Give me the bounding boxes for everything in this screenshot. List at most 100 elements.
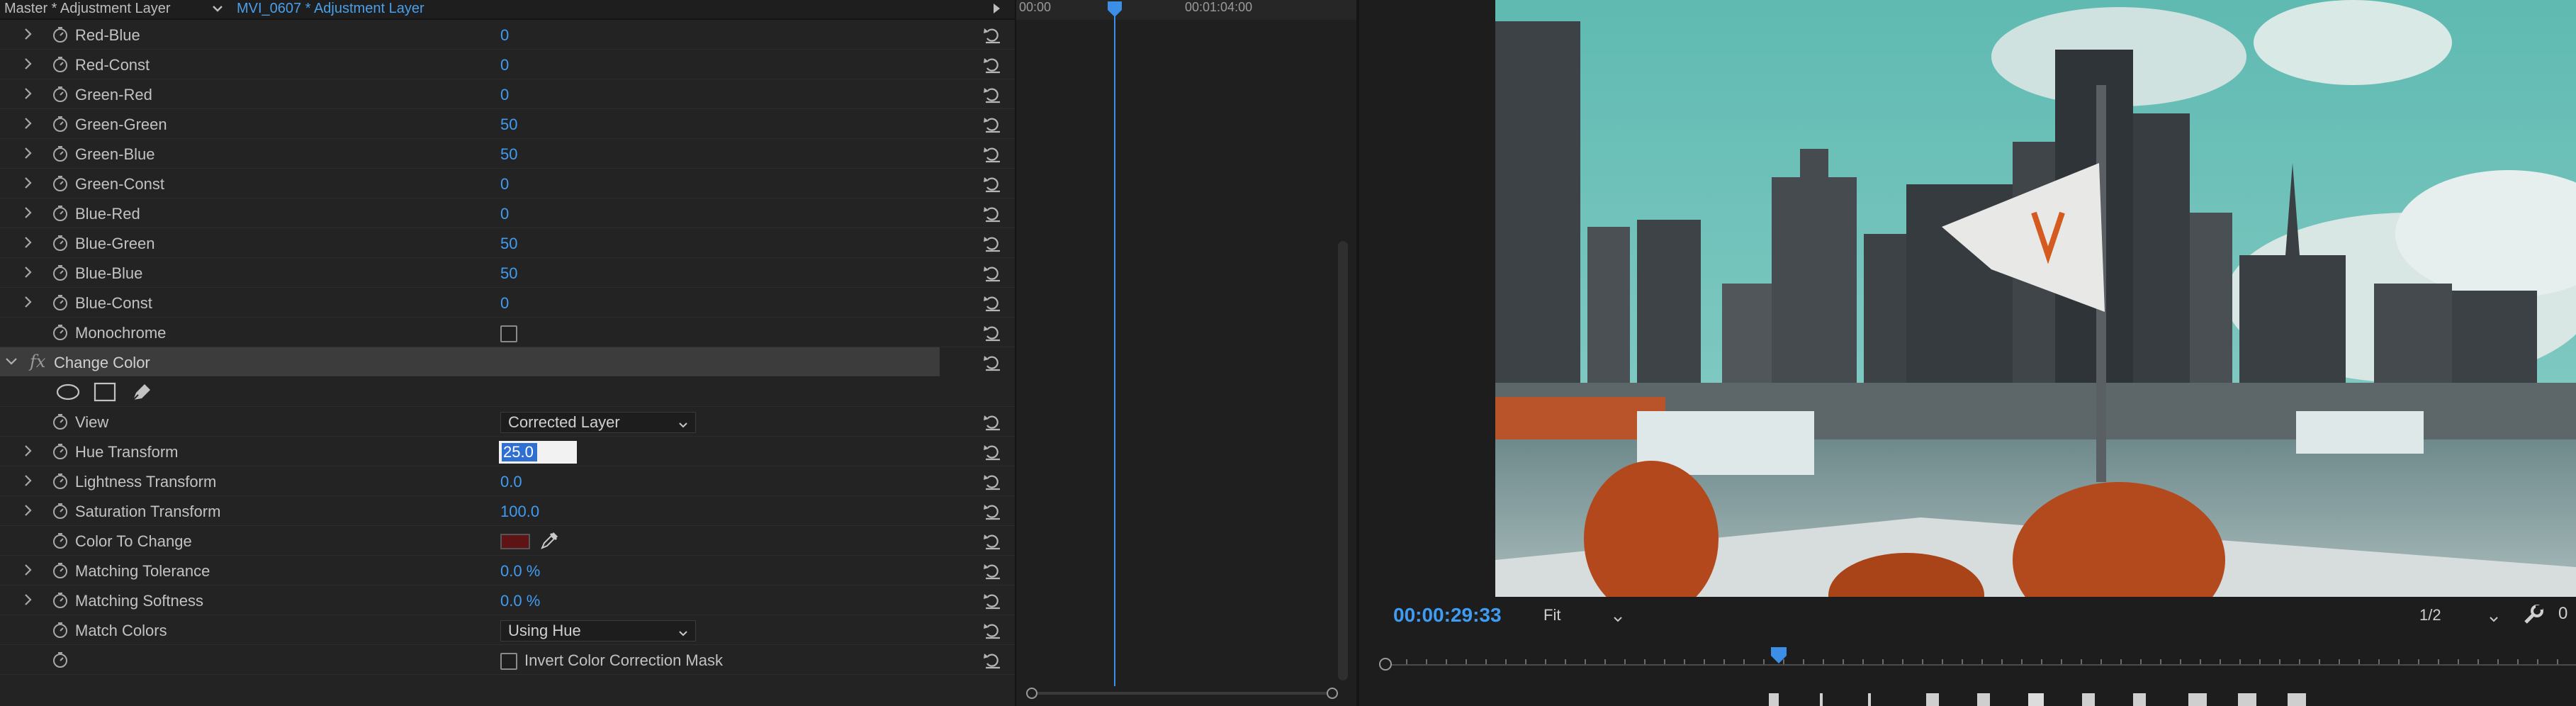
reset-parameter-icon[interactable] xyxy=(982,234,1003,254)
reset-parameter-icon[interactable] xyxy=(982,85,1003,105)
ellipse-mask-icon[interactable] xyxy=(55,381,81,403)
tab-master-clip[interactable]: Master * Adjustment Layer xyxy=(4,0,171,17)
twirl-right-icon[interactable] xyxy=(20,55,37,72)
property-value[interactable]: 50 xyxy=(500,145,517,164)
hue-transform-input[interactable]: 25.0 xyxy=(499,441,577,464)
twirl-right-icon[interactable] xyxy=(20,264,37,281)
lift-button[interactable] xyxy=(2188,693,2207,706)
property-value[interactable]: 0 xyxy=(500,86,509,104)
reset-parameter-icon[interactable] xyxy=(982,293,1003,313)
reset-parameter-icon[interactable] xyxy=(982,532,1003,551)
export-frame-button[interactable] xyxy=(2288,693,2306,706)
color-swatch[interactable] xyxy=(500,534,530,549)
reset-parameter-icon[interactable] xyxy=(982,264,1003,284)
effect-header-change-color[interactable]: fx Change Color xyxy=(0,347,940,377)
scrollbar-track[interactable] xyxy=(1032,692,1332,695)
playhead-timecode[interactable]: 00:00:29:33 xyxy=(1393,604,1502,627)
pen-mask-icon[interactable] xyxy=(129,381,154,403)
match-colors-dropdown[interactable]: Using Hue xyxy=(500,620,696,641)
reset-parameter-icon[interactable] xyxy=(982,26,1003,45)
saturation-transform-value[interactable]: 100.0 xyxy=(500,503,539,521)
video-preview-frame[interactable] xyxy=(1495,0,2576,597)
effect-controls-timeline[interactable]: 00:00 00:01:04:00 xyxy=(1015,0,1358,706)
reset-parameter-icon[interactable] xyxy=(982,145,1003,164)
twirl-right-icon[interactable] xyxy=(20,472,37,489)
stopwatch-icon[interactable] xyxy=(51,264,69,282)
stopwatch-icon[interactable] xyxy=(51,621,69,639)
twirl-right-icon[interactable] xyxy=(20,502,37,519)
stopwatch-icon[interactable] xyxy=(51,26,69,44)
scroll-end-handle[interactable] xyxy=(1327,688,1338,699)
twirl-right-icon[interactable] xyxy=(20,561,37,578)
twirl-right-icon[interactable] xyxy=(20,145,37,162)
matching-tolerance-value[interactable]: 0.0 % xyxy=(500,562,540,581)
property-value[interactable]: 50 xyxy=(500,264,517,283)
reset-parameter-icon[interactable] xyxy=(982,204,1003,224)
stopwatch-icon[interactable] xyxy=(51,651,69,669)
property-value[interactable]: 50 xyxy=(500,235,517,253)
play-button[interactable] xyxy=(2028,693,2044,706)
extract-button[interactable] xyxy=(2238,693,2256,706)
reset-parameter-icon[interactable] xyxy=(982,561,1003,581)
stopwatch-icon[interactable] xyxy=(51,174,69,193)
stopwatch-icon[interactable] xyxy=(51,591,69,610)
program-time-ruler[interactable] xyxy=(1379,646,2576,671)
invert-mask-checkbox[interactable] xyxy=(500,653,517,670)
go-to-in-button[interactable] xyxy=(1926,693,1939,706)
twirl-right-icon[interactable] xyxy=(20,115,37,132)
property-value[interactable]: 0 xyxy=(500,294,509,313)
matching-softness-value[interactable]: 0.0 % xyxy=(500,592,540,610)
stopwatch-icon[interactable] xyxy=(51,293,69,312)
stopwatch-icon[interactable] xyxy=(51,234,69,252)
reset-parameter-icon[interactable] xyxy=(982,323,1003,343)
stopwatch-icon[interactable] xyxy=(51,115,69,133)
panel-menu-arrow-icon[interactable] xyxy=(991,1,1003,16)
reset-parameter-icon[interactable] xyxy=(982,651,1003,671)
twirl-right-icon[interactable] xyxy=(20,442,37,459)
reset-parameter-icon[interactable] xyxy=(982,413,1003,432)
playback-resolution-select[interactable]: 1/2 xyxy=(2412,604,2504,628)
stopwatch-icon[interactable] xyxy=(51,145,69,163)
chevron-down-icon[interactable] xyxy=(210,1,225,16)
stopwatch-icon[interactable] xyxy=(51,85,69,103)
stopwatch-icon[interactable] xyxy=(51,561,69,580)
mark-in-button[interactable] xyxy=(1769,693,1779,706)
twirl-right-icon[interactable] xyxy=(20,591,37,608)
hue-transform-value[interactable]: 25.0 xyxy=(502,443,537,461)
tab-sequence-clip[interactable]: MVI_0607 * Adjustment Layer xyxy=(237,0,424,17)
eyedropper-icon[interactable] xyxy=(539,530,560,551)
fx-toggle-icon[interactable]: fx xyxy=(30,352,45,371)
playhead-marker-icon[interactable] xyxy=(1769,646,1789,665)
add-marker-button[interactable] xyxy=(1868,693,1871,706)
vertical-scrollbar[interactable] xyxy=(1338,241,1348,680)
stopwatch-icon[interactable] xyxy=(51,323,69,342)
twirl-right-icon[interactable] xyxy=(20,234,37,251)
monochrome-checkbox[interactable] xyxy=(500,325,517,342)
reset-parameter-icon[interactable] xyxy=(982,591,1003,611)
property-value[interactable]: 0 xyxy=(500,205,509,223)
lightness-transform-value[interactable]: 0.0 xyxy=(500,473,522,491)
stopwatch-icon[interactable] xyxy=(51,502,69,520)
playhead-marker-icon[interactable] xyxy=(1106,0,1123,18)
go-to-out-button[interactable] xyxy=(2133,693,2146,706)
property-value[interactable]: 0 xyxy=(500,175,509,194)
view-dropdown[interactable]: Corrected Layer xyxy=(500,412,696,433)
reset-parameter-icon[interactable] xyxy=(982,472,1003,492)
scroll-start-handle[interactable] xyxy=(1026,688,1037,699)
reset-effect-icon[interactable] xyxy=(982,353,1003,373)
reset-parameter-icon[interactable] xyxy=(982,115,1003,135)
reset-parameter-icon[interactable] xyxy=(982,621,1003,641)
zoom-level-select[interactable]: Fit xyxy=(1536,604,1629,628)
twirl-right-icon[interactable] xyxy=(20,85,37,102)
reset-parameter-icon[interactable] xyxy=(982,442,1003,462)
stopwatch-icon[interactable] xyxy=(51,472,69,491)
stopwatch-icon[interactable] xyxy=(51,442,69,461)
twirl-down-icon[interactable] xyxy=(3,353,20,370)
property-value[interactable]: 0 xyxy=(500,56,509,74)
stopwatch-icon[interactable] xyxy=(51,204,69,223)
wrench-settings-icon[interactable] xyxy=(2521,604,2546,627)
stopwatch-icon[interactable] xyxy=(51,413,69,431)
step-forward-button[interactable] xyxy=(2082,693,2095,706)
twirl-right-icon[interactable] xyxy=(20,174,37,191)
twirl-right-icon[interactable] xyxy=(20,293,37,310)
